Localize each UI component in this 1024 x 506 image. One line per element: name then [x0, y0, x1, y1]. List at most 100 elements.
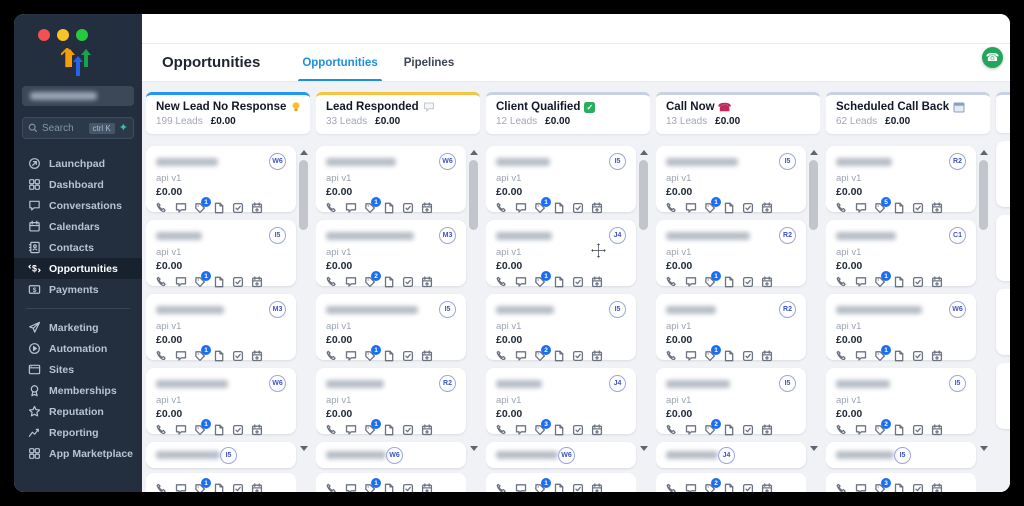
tag-icon[interactable]: 5 — [874, 202, 886, 214]
tag-icon[interactable]: 1 — [194, 424, 206, 436]
search-input[interactable]: Search ctrl K ✦ — [22, 117, 134, 139]
tasks-icon[interactable] — [912, 276, 924, 288]
appointment-icon[interactable] — [931, 276, 943, 288]
sms-icon[interactable] — [855, 276, 867, 288]
sms-icon[interactable] — [345, 350, 357, 362]
sms-icon[interactable] — [855, 424, 867, 436]
sidebar-item-launchpad[interactable]: Launchpad — [14, 153, 142, 174]
tasks-icon[interactable] — [572, 483, 584, 492]
notes-icon[interactable] — [383, 483, 395, 492]
notes-icon[interactable] — [383, 424, 395, 436]
opportunity-card[interactable]: I5api v1£0.002 — [656, 368, 806, 434]
tag-icon[interactable]: 1 — [364, 202, 376, 214]
tag-icon[interactable]: 1 — [874, 276, 886, 288]
opportunity-card[interactable]: W6api v1£0.001 — [146, 146, 296, 212]
scrollbar-thumb[interactable] — [299, 160, 308, 230]
tasks-icon[interactable] — [742, 424, 754, 436]
scroll-down-arrow-icon[interactable] — [300, 446, 308, 451]
appointment-icon[interactable] — [251, 424, 263, 436]
tag-icon[interactable]: 3 — [534, 424, 546, 436]
sidebar-item-reputation[interactable]: Reputation — [14, 401, 142, 422]
notes-icon[interactable] — [553, 350, 565, 362]
tasks-icon[interactable] — [742, 483, 754, 492]
opportunity-card[interactable]: R2api v1£0.001 — [656, 220, 806, 286]
appointment-icon[interactable] — [931, 350, 943, 362]
opportunity-card[interactable]: I5api v1£0.001 — [486, 146, 636, 212]
appointment-icon[interactable] — [761, 276, 773, 288]
sms-icon[interactable] — [345, 276, 357, 288]
notes-icon[interactable] — [893, 424, 905, 436]
sidebar-item-app-marketplace[interactable]: App Marketplace — [14, 443, 142, 464]
call-icon[interactable] — [836, 202, 848, 214]
tab-pipelines[interactable]: Pipelines — [404, 44, 455, 81]
tag-icon[interactable]: 1 — [364, 483, 376, 492]
call-icon[interactable] — [326, 483, 338, 492]
call-icon[interactable] — [496, 483, 508, 492]
sms-icon[interactable] — [685, 424, 697, 436]
scroll-up-arrow-icon[interactable] — [300, 150, 308, 155]
notes-icon[interactable] — [213, 424, 225, 436]
sidebar-item-automation[interactable]: Automation — [14, 338, 142, 359]
tag-icon[interactable]: 1 — [194, 350, 206, 362]
column-scrollbar[interactable] — [469, 146, 479, 492]
call-icon[interactable] — [666, 350, 678, 362]
tasks-icon[interactable] — [402, 350, 414, 362]
call-icon[interactable] — [156, 424, 168, 436]
tasks-icon[interactable] — [232, 350, 244, 362]
call-icon[interactable] — [156, 202, 168, 214]
tasks-icon[interactable] — [912, 424, 924, 436]
appointment-icon[interactable] — [251, 276, 263, 288]
call-icon[interactable] — [326, 202, 338, 214]
opportunity-card-partial[interactable]: J4 — [656, 442, 806, 468]
scroll-up-arrow-icon[interactable] — [470, 150, 478, 155]
tag-icon[interactable]: 2 — [534, 350, 546, 362]
scrollbar-thumb[interactable] — [469, 160, 478, 230]
tag-icon[interactable]: 1 — [364, 424, 376, 436]
sms-icon[interactable] — [175, 202, 187, 214]
notes-icon[interactable] — [383, 276, 395, 288]
tag-icon[interactable]: 1 — [534, 483, 546, 492]
tag-icon[interactable]: 1 — [704, 202, 716, 214]
notes-icon[interactable] — [723, 424, 735, 436]
notes-icon[interactable] — [553, 202, 565, 214]
notes-icon[interactable] — [553, 424, 565, 436]
sms-icon[interactable] — [515, 483, 527, 492]
call-icon[interactable] — [666, 202, 678, 214]
tasks-icon[interactable] — [232, 276, 244, 288]
opportunity-card[interactable]: I5api v1£0.001 — [146, 220, 296, 286]
notes-icon[interactable] — [723, 483, 735, 492]
tasks-icon[interactable] — [742, 276, 754, 288]
appointment-icon[interactable] — [421, 202, 433, 214]
tasks-icon[interactable] — [232, 424, 244, 436]
tab-opportunities[interactable]: Opportunities — [302, 44, 377, 81]
opportunity-card[interactable]: C1api v1£0.001 — [826, 220, 976, 286]
call-icon[interactable] — [156, 483, 168, 492]
appointment-icon[interactable] — [591, 350, 603, 362]
appointment-icon[interactable] — [931, 424, 943, 436]
sms-icon[interactable] — [345, 483, 357, 492]
opportunity-card[interactable]: M3api v1£0.002 — [316, 220, 466, 286]
tag-icon[interactable]: 2 — [874, 424, 886, 436]
tag-icon[interactable]: 1 — [194, 483, 206, 492]
sidebar-item-sites[interactable]: Sites — [14, 359, 142, 380]
scroll-down-arrow-icon[interactable] — [470, 446, 478, 451]
sidebar-item-opportunities[interactable]: $Opportunities — [14, 258, 142, 279]
scroll-up-arrow-icon[interactable] — [810, 150, 818, 155]
sms-icon[interactable] — [175, 424, 187, 436]
sms-icon[interactable] — [855, 202, 867, 214]
call-icon[interactable] — [836, 424, 848, 436]
call-icon[interactable] — [496, 424, 508, 436]
sms-icon[interactable] — [515, 276, 527, 288]
opportunity-card-partial[interactable]: W6 — [316, 442, 466, 468]
tasks-icon[interactable] — [402, 276, 414, 288]
tag-icon[interactable]: 1 — [874, 350, 886, 362]
appointment-icon[interactable] — [591, 424, 603, 436]
sms-icon[interactable] — [685, 276, 697, 288]
scrollbar-thumb[interactable] — [979, 160, 988, 230]
scrollbar-thumb[interactable] — [809, 160, 818, 230]
sms-icon[interactable] — [855, 350, 867, 362]
notes-icon[interactable] — [893, 483, 905, 492]
maximize-window-button[interactable] — [76, 29, 88, 41]
opportunity-card[interactable]: J4api v1£0.001 — [486, 220, 636, 286]
call-icon[interactable] — [666, 483, 678, 492]
